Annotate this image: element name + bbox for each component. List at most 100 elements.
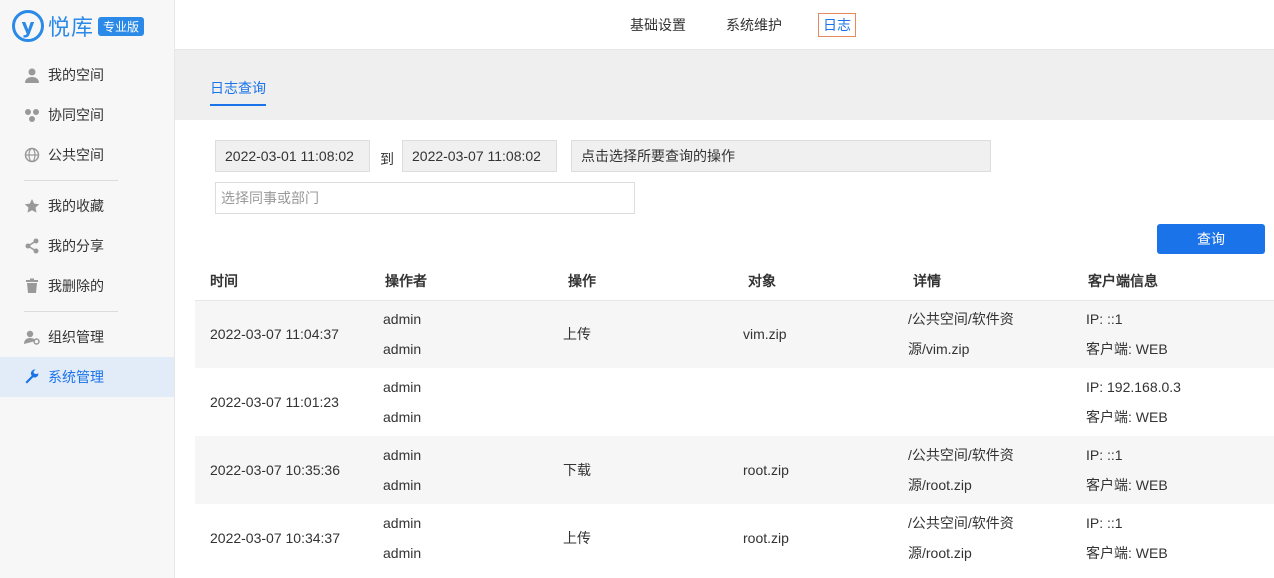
cell-operator: admin admin — [368, 504, 548, 572]
detail-line: 源/root.zip — [908, 545, 972, 561]
sidebar-item-label: 组织管理 — [48, 329, 104, 345]
sidebar-item-label: 我删除的 — [48, 278, 104, 294]
cell-client: IP: ::1客户端: WEB — [1086, 504, 1274, 572]
top-nav: 基础设置 系统维护 日志 — [175, 0, 1274, 50]
tab-log-query[interactable]: 日志查询 — [210, 78, 266, 106]
sidebar-item-public-space[interactable]: 公共空间 — [0, 135, 174, 175]
cell-detail — [908, 368, 1086, 436]
table-row[interactable]: 2022-03-07 10:35:36 admin admin 下载 root.z… — [195, 436, 1274, 504]
sidebar: y 悦库 专业版 我的空间 协同空间 公共空间 我的收藏 我的分享 我删除的 组… — [0, 0, 175, 578]
detail-line: /公共空间/软件资 — [908, 447, 1014, 463]
sidebar-item-org-management[interactable]: 组织管理 — [0, 317, 174, 357]
collaboration-icon — [24, 107, 40, 123]
operation-select[interactable]: 点击选择所要查询的操作 — [571, 140, 991, 172]
sidebar-item-favorites[interactable]: 我的收藏 — [0, 186, 174, 226]
start-time-field[interactable]: 2022-03-01 11:08:02 — [215, 140, 370, 172]
cell-client: IP: ::1客户端: WEB — [1086, 300, 1274, 368]
client-ip: IP: ::1 — [1086, 515, 1123, 531]
client-ip: IP: ::1 — [1086, 311, 1123, 328]
table-row[interactable]: 2022-03-07 10:34:37 admin admin 上传 root.z… — [195, 504, 1274, 572]
globe-icon — [24, 147, 40, 163]
star-icon — [24, 198, 40, 214]
cell-action: 下载 — [548, 436, 728, 504]
operator-line: admin — [383, 379, 422, 395]
tab-basic-settings[interactable]: 基础设置 — [630, 15, 686, 35]
col-operator: 操作者 — [368, 262, 548, 301]
trash-icon — [24, 278, 40, 294]
sidebar-item-label: 公共空间 — [48, 147, 104, 163]
sidebar-item-collab-space[interactable]: 协同空间 — [0, 95, 174, 135]
col-detail: 详情 — [908, 262, 1086, 301]
edition-badge: 专业版 — [98, 16, 145, 36]
cell-time: 2022-03-07 10:35:36 — [195, 436, 368, 504]
client-ip: IP: ::1 — [1086, 447, 1123, 463]
log-query-panel: 2022-03-01 11:08:02 到 2022-03-07 11:08:0… — [195, 120, 1274, 578]
client-type: 客户端: WEB — [1086, 477, 1168, 493]
operator-line: admin — [383, 447, 422, 463]
cell-client: IP: 192.168.0.3 客户端: WEB — [1086, 368, 1274, 436]
detail-line: /公共空间/软件资 — [908, 515, 1014, 531]
cell-action: 上传 — [563, 530, 591, 546]
logo[interactable]: y 悦库 专业版 — [0, 0, 174, 52]
cell-detail: /公共空间/软件资 源/vim.zip — [908, 300, 1086, 368]
operator-line: admin — [383, 545, 422, 561]
detail-line: /公共空间/软件资 — [908, 311, 1014, 328]
col-action: 操作 — [548, 262, 728, 301]
sidebar-item-label: 我的空间 — [48, 67, 104, 83]
query-button[interactable]: 查询 — [1157, 224, 1265, 254]
sidebar-item-system-management[interactable]: 系统管理 — [0, 357, 174, 397]
cell-time: 2022-03-07 11:04:37 — [195, 300, 368, 368]
cell-object: vim.zip — [728, 300, 908, 368]
col-client: 客户端信息 — [1086, 262, 1274, 301]
operator-line: admin — [383, 311, 422, 328]
detail-line: 源/root.zip — [908, 477, 972, 493]
org-icon — [24, 329, 40, 345]
col-object: 对象 — [728, 262, 908, 301]
client-type: 客户端: WEB — [1086, 545, 1168, 561]
tab-system-maintenance[interactable]: 系统维护 — [726, 15, 782, 35]
cell-time: 2022-03-07 11:01:23 — [210, 394, 339, 410]
col-time: 时间 — [195, 262, 368, 301]
sidebar-item-deleted[interactable]: 我删除的 — [0, 266, 174, 306]
sidebar-item-label: 系统管理 — [48, 369, 104, 385]
sidebar-divider — [24, 311, 118, 312]
cell-object — [728, 368, 908, 436]
content-header: 日志查询 — [175, 50, 1274, 120]
detail-line: 源/vim.zip — [908, 341, 970, 358]
sidebar-item-label: 我的收藏 — [48, 198, 104, 214]
share-icon — [24, 238, 40, 254]
cell-operator: admin admin — [368, 300, 548, 368]
cell-object: root.zip — [728, 436, 908, 504]
sidebar-item-my-space[interactable]: 我的空间 — [0, 55, 174, 95]
sidebar-item-label: 我的分享 — [48, 238, 104, 254]
logo-name: 悦库 — [48, 15, 95, 40]
operator-line: admin — [383, 515, 422, 531]
cell-detail: /公共空间/软件资 源/root.zip — [908, 436, 1086, 504]
cell-time: 2022-03-07 10:34:37 — [210, 530, 340, 546]
user-dept-input[interactable]: 选择同事或部门 — [215, 182, 635, 214]
cell-operator: admin admin — [368, 436, 548, 504]
sidebar-divider — [24, 180, 118, 181]
wrench-icon — [24, 369, 40, 385]
end-time-field[interactable]: 2022-03-07 11:08:02 — [402, 140, 557, 172]
client-type: 客户端: WEB — [1086, 341, 1168, 358]
operator-line: admin — [383, 409, 422, 425]
table-row[interactable]: 2022-03-07 11:04:37 admin admin 上传 vim.zi… — [195, 300, 1274, 368]
logo-mark: y — [12, 10, 44, 42]
cell-object: root.zip — [743, 530, 789, 546]
tab-log[interactable]: 日志 — [818, 13, 856, 37]
operator-line: admin — [383, 341, 422, 358]
table-row[interactable]: 2022-03-07 11:01:23 admin admin IP: 192.1… — [195, 368, 1274, 436]
log-table: 时间 操作者 操作 对象 详情 客户端信息 2022-03-07 11:04:3… — [195, 262, 1274, 572]
user-icon — [24, 67, 40, 83]
cell-action — [548, 368, 728, 436]
table-header-row: 时间 操作者 操作 对象 详情 客户端信息 — [195, 262, 1274, 301]
cell-detail: /公共空间/软件资 源/root.zip — [908, 504, 1086, 572]
cell-client: IP: ::1客户端: WEB — [1086, 436, 1274, 504]
operator-line: admin — [383, 477, 422, 493]
client-type: 客户端: WEB — [1086, 409, 1168, 425]
sidebar-item-shares[interactable]: 我的分享 — [0, 226, 174, 266]
client-ip: IP: 192.168.0.3 — [1086, 379, 1181, 395]
range-separator: 到 — [380, 151, 394, 167]
cell-action: 上传 — [548, 300, 728, 368]
